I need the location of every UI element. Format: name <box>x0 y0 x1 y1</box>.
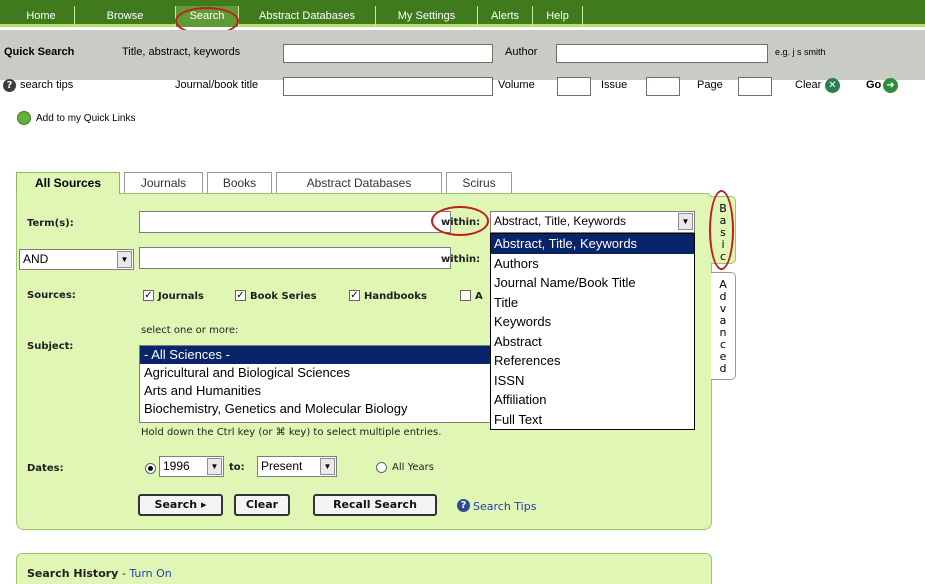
journals-label: Journals <box>158 291 204 302</box>
quick-search-bar: Quick Search Title, abstract, keywords A… <box>0 30 925 96</box>
within-option[interactable]: Full Text <box>491 410 694 430</box>
subject-option[interactable]: Arts and Humanities <box>140 382 498 400</box>
quick-links-icon[interactable] <box>17 111 31 125</box>
to-year-value: Present <box>261 459 303 473</box>
operator-select[interactable]: AND ▼ <box>19 249 134 270</box>
more-sources-label: A <box>475 291 483 302</box>
all-years-label: All Years <box>392 462 434 473</box>
nav-browse[interactable]: Browse <box>75 6 176 27</box>
select-hint: select one or more: <box>141 325 239 336</box>
journal-input[interactable] <box>283 77 493 96</box>
within-option[interactable]: Authors <box>491 254 694 274</box>
operator-value: AND <box>23 252 49 266</box>
sources-label: Sources: <box>27 290 76 301</box>
quick-search-tips-link[interactable]: search tips <box>20 79 73 91</box>
tab-books[interactable]: Books <box>207 172 272 193</box>
chevron-down-icon: ▼ <box>207 458 222 475</box>
more-sources-checkbox[interactable] <box>460 290 471 301</box>
within-option[interactable]: Keywords <box>491 312 694 332</box>
handbooks-label: Handbooks <box>364 291 427 302</box>
page-input[interactable] <box>738 77 772 96</box>
issue-label: Issue <box>601 79 628 91</box>
dates-label: Dates: <box>27 463 64 474</box>
author-input[interactable] <box>556 44 768 63</box>
all-years-radio[interactable] <box>376 462 387 473</box>
from-year-select[interactable]: 1996 ▼ <box>159 456 224 477</box>
tfa-label: Title, abstract, keywords <box>122 46 241 58</box>
tab-scirus[interactable]: Scirus <box>446 172 512 193</box>
tab-journals[interactable]: Journals <box>124 172 203 193</box>
issue-input[interactable] <box>646 77 680 96</box>
book-series-label: Book Series <box>250 291 317 302</box>
page-label: Page <box>697 79 723 91</box>
basic-letter: c <box>719 250 727 263</box>
handbooks-checkbox[interactable]: ✓ <box>349 290 360 301</box>
subject-listbox[interactable]: - All Sciences - Agricultural and Biolog… <box>139 345 499 423</box>
terms-label: Term(s): <box>27 218 74 229</box>
clear-label[interactable]: Clear <box>795 79 821 91</box>
help-icon[interactable]: ? <box>3 79 16 92</box>
tfa-input[interactable] <box>283 44 493 63</box>
tab-all-sources[interactable]: All Sources <box>16 172 120 194</box>
to-year-select[interactable]: Present ▼ <box>257 456 337 477</box>
volume-label: Volume <box>498 79 535 91</box>
tab-advanced[interactable]: A d v a n c e d <box>711 272 736 380</box>
nav-my-settings[interactable]: My Settings <box>376 6 478 27</box>
nav-home[interactable]: Home <box>8 6 75 27</box>
top-navigation: Home Browse Search Abstract Databases My… <box>0 0 925 35</box>
chevron-down-icon: ▼ <box>678 213 693 230</box>
history-separator: - <box>118 567 130 580</box>
history-turn-on-link[interactable]: Turn On <box>129 567 171 580</box>
within-option[interactable]: References <box>491 351 694 371</box>
within-label-1: within: <box>441 217 481 228</box>
search-history-panel: Search History - Turn On <box>16 553 712 584</box>
history-title-text: Search History <box>27 567 119 580</box>
advanced-letter: d <box>719 362 727 375</box>
journals-checkbox[interactable]: ✓ <box>143 290 154 301</box>
within-option[interactable]: Abstract, Title, Keywords <box>491 234 694 254</box>
search-button[interactable]: Search ▸ <box>138 494 223 516</box>
go-label[interactable]: Go <box>866 79 881 91</box>
within-value: Abstract, Title, Keywords <box>494 214 627 228</box>
within-option[interactable]: ISSN <box>491 371 694 391</box>
chevron-down-icon: ▼ <box>320 458 335 475</box>
within-label-2: within: <box>441 254 481 265</box>
search-tips-icon[interactable]: ? <box>457 499 470 512</box>
clear-button[interactable]: Clear <box>234 494 290 516</box>
recall-search-button[interactable]: Recall Search <box>313 494 437 516</box>
within-select[interactable]: Abstract, Title, Keywords ▼ <box>490 211 695 233</box>
within-option[interactable]: Affiliation <box>491 390 694 410</box>
subject-label: Subject: <box>27 341 74 352</box>
history-title: Search History - Turn On <box>27 567 172 580</box>
to-label: to: <box>229 462 245 473</box>
author-hint: e.g. j s smith <box>775 47 826 57</box>
clear-x-icon[interactable]: ✕ <box>825 78 840 93</box>
tab-basic[interactable]: B a s i c <box>711 196 736 264</box>
journal-label: Journal/book title <box>175 79 259 91</box>
search-tips-link[interactable]: Search Tips <box>473 500 536 513</box>
nav-abstract-databases[interactable]: Abstract Databases <box>239 6 376 27</box>
within-option[interactable]: Abstract <box>491 332 694 352</box>
subject-option[interactable]: Agricultural and Biological Sciences <box>140 364 498 382</box>
terms-input-1[interactable] <box>139 211 451 233</box>
terms-input-2[interactable] <box>139 247 451 269</box>
within-option[interactable]: Journal Name/Book Title <box>491 273 694 293</box>
tab-abstract-databases[interactable]: Abstract Databases <box>276 172 442 193</box>
within-option[interactable]: Title <box>491 293 694 313</box>
volume-input[interactable] <box>557 77 591 96</box>
ctrl-hint: Hold down the Ctrl key (or ⌘ key) to sel… <box>141 427 442 438</box>
from-year-value: 1996 <box>163 459 190 473</box>
within-dropdown-list: Abstract, Title, Keywords Authors Journa… <box>490 233 695 430</box>
quick-search-title: Quick Search <box>4 46 75 58</box>
go-arrow-icon[interactable]: ➜ <box>883 78 898 93</box>
book-series-checkbox[interactable]: ✓ <box>235 290 246 301</box>
add-quick-links-link[interactable]: Add to my Quick Links <box>36 113 135 124</box>
subject-option[interactable]: Biochemistry, Genetics and Molecular Bio… <box>140 400 498 418</box>
nav-help[interactable]: Help <box>533 6 583 27</box>
author-label: Author <box>505 46 538 58</box>
date-range-radio[interactable] <box>145 463 156 474</box>
nav-alerts[interactable]: Alerts <box>478 6 533 27</box>
chevron-down-icon: ▼ <box>117 251 132 268</box>
subject-option[interactable]: - All Sciences - <box>140 346 498 364</box>
